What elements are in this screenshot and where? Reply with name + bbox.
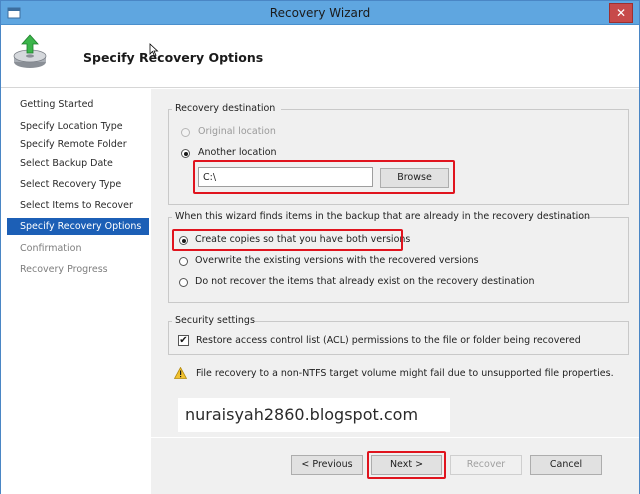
mouse-cursor-icon <box>149 43 159 57</box>
another-location-label[interactable]: Another location <box>198 147 277 158</box>
nav-step-specify-recovery-options[interactable]: Specify Recovery Options <box>20 221 141 232</box>
browse-button[interactable]: Browse <box>380 168 449 188</box>
create-copies-label[interactable]: Create copies so that you have both vers… <box>195 234 410 245</box>
do-not-recover-label[interactable]: Do not recover the items that already ex… <box>195 276 534 287</box>
conflict-handling-label: When this wizard finds items in the back… <box>175 211 591 222</box>
non-ntfs-warning-text: File recovery to a non-NTFS target volum… <box>196 368 614 379</box>
next-button[interactable]: Next > <box>371 455 442 475</box>
nav-step-select-recovery-type[interactable]: Select Recovery Type <box>20 179 121 190</box>
page-title: Specify Recovery Options <box>83 50 264 65</box>
create-copies-radio[interactable] <box>179 236 188 245</box>
recovery-destination-label: Recovery destination <box>175 103 276 114</box>
previous-button[interactable]: < Previous <box>291 455 363 475</box>
nav-step-specify-location-type[interactable]: Specify Location Type <box>20 121 123 132</box>
do-not-recover-radio[interactable] <box>179 278 188 287</box>
nav-step-select-backup-date[interactable]: Select Backup Date <box>20 158 113 169</box>
close-icon: ✕ <box>615 6 627 20</box>
nav-step-select-items-to-recover[interactable]: Select Items to Recover <box>20 200 133 211</box>
cancel-button[interactable]: Cancel <box>530 455 602 475</box>
nav-step-specify-remote-folder[interactable]: Specify Remote Folder <box>20 139 127 150</box>
recover-button: Recover <box>450 455 522 475</box>
nav-step-confirmation: Confirmation <box>20 243 82 254</box>
original-location-radio <box>181 128 190 137</box>
another-location-radio[interactable] <box>181 149 190 158</box>
restore-acl-label[interactable]: Restore access control list (ACL) permis… <box>196 335 581 346</box>
security-settings-label: Security settings <box>175 315 255 326</box>
wizard-header: Specify Recovery Options <box>1 26 639 88</box>
window-title: Recovery Wizard <box>269 6 371 20</box>
warning-triangle-icon <box>174 367 187 379</box>
blog-watermark: nuraisyah2860.blogspot.com <box>178 398 450 432</box>
nav-step-getting-started[interactable]: Getting Started <box>20 99 93 110</box>
overwrite-radio[interactable] <box>179 257 188 266</box>
restore-acl-checkbox[interactable]: ✔ <box>178 335 189 346</box>
original-location-label: Original location <box>198 126 276 137</box>
check-icon: ✔ <box>179 335 188 346</box>
close-button[interactable]: ✕ <box>609 3 633 23</box>
nav-step-recovery-progress: Recovery Progress <box>20 264 108 275</box>
recovery-wizard-window: Recovery Wizard ✕ Specify Recovery Optio… <box>0 0 640 494</box>
title-bar[interactable]: Recovery Wizard ✕ <box>1 1 639 25</box>
overwrite-label[interactable]: Overwrite the existing versions with the… <box>195 255 479 266</box>
recovery-disk-arrow-icon <box>13 34 47 68</box>
recovery-path-input[interactable] <box>198 167 373 187</box>
